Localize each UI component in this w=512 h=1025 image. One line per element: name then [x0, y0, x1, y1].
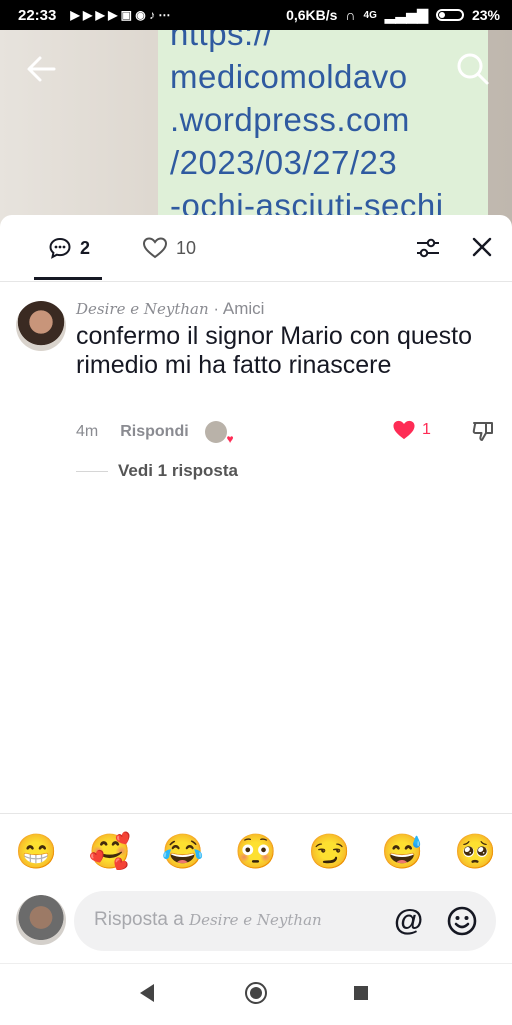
comment-author-relation: · Amici: [213, 299, 265, 318]
status-right: 0,6KB/s ∩ 4G ▂▃▅▇ 23%: [286, 7, 500, 24]
status-time: 22:33: [18, 6, 57, 24]
emoji-hearts[interactable]: 🥰: [86, 832, 134, 872]
reply-input[interactable]: Risposta a Desire e Neythan @: [74, 891, 496, 951]
comment-text: confermo il signor Mario con questo rime…: [76, 322, 473, 379]
comment-like-count: 1: [422, 421, 431, 438]
search-icon[interactable]: [454, 50, 490, 86]
comment-author-name[interactable]: Desire e Neythan: [76, 300, 209, 318]
view-replies-button[interactable]: Vedi 1 risposta: [118, 461, 238, 481]
nav-recents-icon[interactable]: [354, 986, 368, 1000]
likes-count: 10: [176, 237, 197, 258]
emoji-pleading[interactable]: 🥺: [451, 832, 499, 872]
comment-author[interactable]: Desire e Neythan · Amici: [76, 299, 264, 319]
mention-button[interactable]: @: [394, 904, 423, 938]
nav-home-icon[interactable]: [245, 982, 267, 1004]
system-nav-bar: [0, 963, 512, 1025]
reply-button[interactable]: Rispondi: [120, 423, 188, 441]
reply-placeholder: Risposta a Desire e Neythan: [94, 909, 322, 931]
emoji-smirk[interactable]: 😏: [305, 832, 353, 872]
comments-sheet: 2 10 Desire e Neythan · Amici confermo i…: [0, 215, 512, 1024]
dislike-icon[interactable]: [471, 419, 495, 443]
video-background: https:// medicomoldavo .wordpress.com /2…: [0, 30, 512, 230]
replies-divider: [76, 471, 108, 472]
notification-icons: ▶ ▶ ▶ ▶ ▣ ◉ ♪ ⋯: [70, 8, 171, 22]
close-icon[interactable]: [470, 235, 494, 259]
nav-back-icon[interactable]: [140, 984, 154, 1002]
video-link-text: https:// medicomoldavo .wordpress.com /2…: [170, 30, 444, 224]
mini-heart-icon: ♥: [226, 432, 234, 446]
quick-emoji-bar: 😁 🥰 😂 😳 😏 😅 🥺: [0, 813, 512, 890]
heart-outline-icon: [142, 237, 168, 259]
reply-placeholder-name: Desire e Neythan: [189, 911, 322, 929]
battery-icon: [435, 9, 464, 21]
back-arrow-icon[interactable]: [24, 52, 58, 86]
current-user-avatar: [16, 895, 66, 945]
emoji-sweat-smile[interactable]: 😅: [378, 832, 426, 872]
comment-meta: 4m Rispondi ♥: [76, 421, 234, 446]
filter-settings-icon[interactable]: [415, 235, 441, 261]
comment-time: 4m: [76, 423, 99, 440]
comments-count: 2: [80, 237, 91, 258]
emoji-joy[interactable]: 😂: [159, 832, 207, 872]
creator-liked-avatar: ♥: [204, 421, 234, 446]
comment-author-avatar[interactable]: [16, 301, 66, 351]
tab-comments[interactable]: 2: [48, 233, 90, 263]
emoji-picker-icon[interactable]: [446, 905, 478, 937]
emoji-flushed[interactable]: 😳: [232, 832, 280, 872]
tab-likes[interactable]: 10: [142, 233, 196, 263]
comment-tabs: 2 10: [0, 215, 512, 282]
battery-level: 23%: [471, 7, 500, 23]
headphones-icon: ∩: [345, 7, 356, 23]
network-type: 4G: [363, 9, 377, 21]
reply-placeholder-prefix: Risposta a: [94, 909, 184, 930]
network-speed: 0,6KB/s: [286, 7, 338, 23]
heart-filled-icon: [393, 420, 415, 440]
comment-icon: [49, 237, 71, 259]
comment-like-button[interactable]: 1: [392, 419, 431, 441]
emoji-grin[interactable]: 😁: [13, 832, 61, 872]
status-bar: 22:33 ▶ ▶ ▶ ▶ ▣ ◉ ♪ ⋯ 0,6KB/s ∩ 4G ▂▃▅▇ …: [0, 0, 512, 30]
signal-icon: ▂▃▅▇: [384, 6, 428, 23]
tab-active-indicator: [34, 277, 102, 280]
